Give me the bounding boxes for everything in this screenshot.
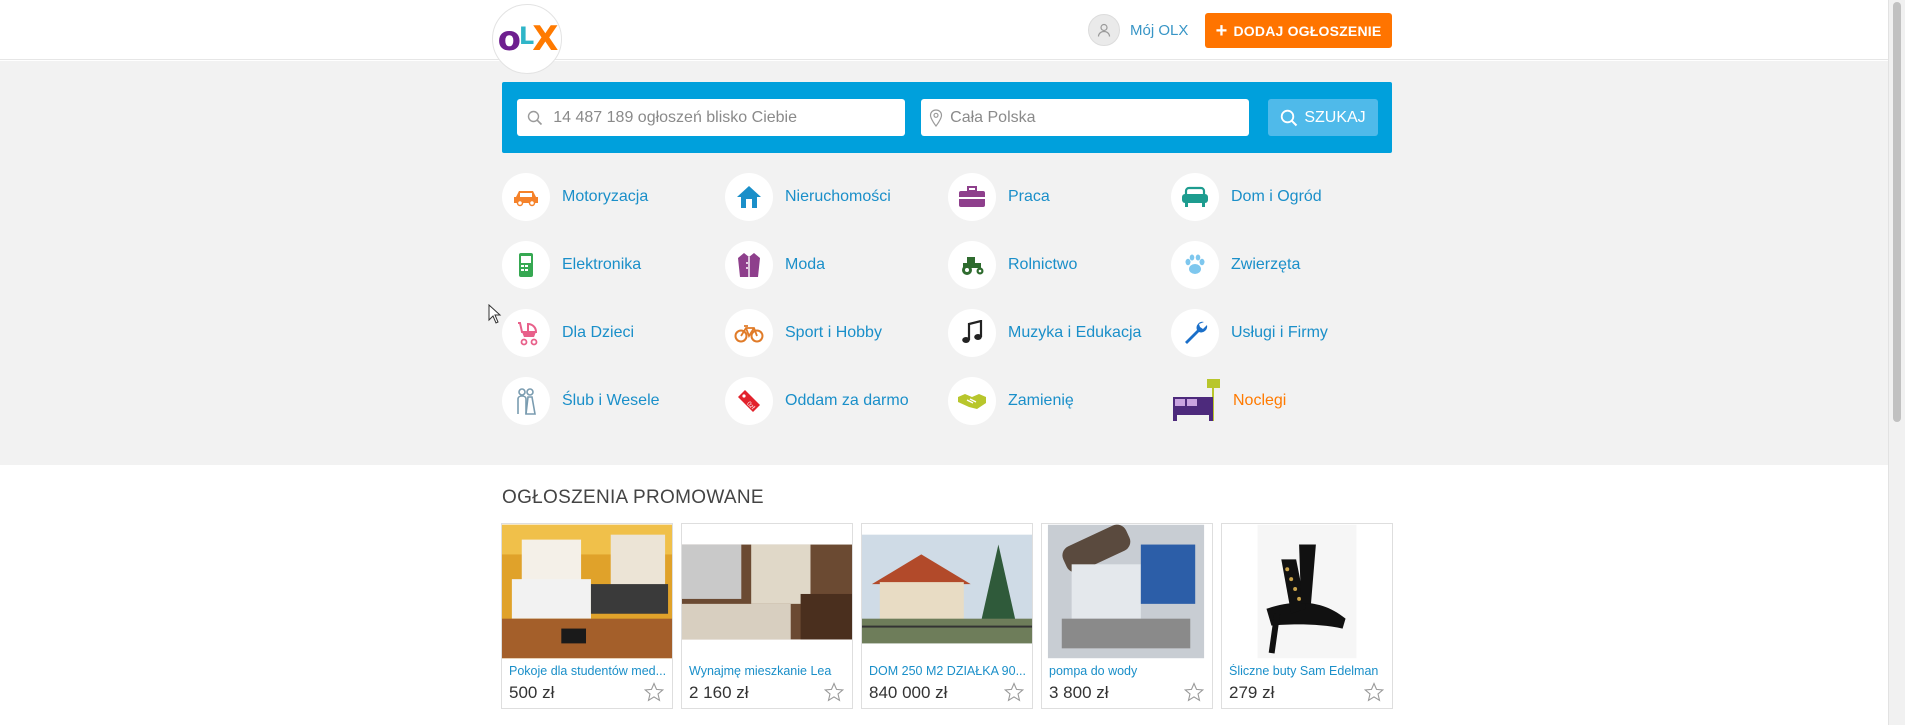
listing-title: Wynajmę mieszkanie Lea: [689, 664, 832, 678]
search-icon: [517, 110, 553, 126]
search-bar: SZUKAJ: [502, 82, 1392, 153]
price-tag-icon: 0zł: [725, 377, 773, 425]
category-noclegi[interactable]: Noclegi: [1171, 376, 1286, 426]
category-label: Ślub i Wesele: [562, 392, 660, 409]
category-muzyka-i-edukacja[interactable]: Muzyka i Edukacja: [948, 308, 1141, 358]
promoted-listing-card[interactable]: pompa do wody 3 800 zł: [1041, 523, 1213, 709]
add-listing-label: DODAJ OGŁOSZENIE: [1233, 22, 1382, 39]
house-icon: [725, 173, 773, 221]
category-rolnictwo[interactable]: Rolnictwo: [948, 240, 1077, 290]
listing-photo: [502, 524, 672, 659]
location-field[interactable]: [921, 99, 1249, 136]
bicycle-icon: [725, 309, 773, 357]
promoted-listing-card[interactable]: DOM 250 M2 DZIAŁKA 90... 840 000 zł: [861, 523, 1033, 709]
tractor-icon: [948, 241, 996, 289]
category-oddam-za-darmo[interactable]: 0zł Oddam za darmo: [725, 376, 909, 426]
add-listing-button[interactable]: + DODAJ OGŁOSZENIE: [1205, 13, 1392, 48]
location-pin-icon: [921, 108, 950, 127]
listing-price: 2 160 zł: [689, 683, 749, 702]
my-olx-label: Mój OLX: [1130, 21, 1189, 39]
category-uslugi-i-firmy[interactable]: Usługi i Firmy: [1171, 308, 1328, 358]
category-label: Oddam za darmo: [785, 392, 909, 409]
category-label: Dom i Ogród: [1231, 188, 1322, 205]
category-motoryzacja[interactable]: Motoryzacja: [502, 172, 648, 222]
favorite-star-icon[interactable]: [643, 682, 665, 707]
listing-photo: [862, 524, 1032, 659]
category-zamienie[interactable]: Zamienię: [948, 376, 1074, 426]
category-elektronika[interactable]: Elektronika: [502, 240, 641, 290]
promoted-listing-card[interactable]: Śliczne buty Sam Edelman 279 zł: [1221, 523, 1393, 709]
category-label: Moda: [785, 256, 826, 273]
promoted-section-title: OGŁOSZENIA PROMOWANE: [502, 487, 764, 508]
promoted-listing-card[interactable]: Wynajmę mieszkanie Lea 2 160 zł: [681, 523, 853, 709]
category-label: Motoryzacja: [562, 188, 649, 205]
category-nieruchomosci[interactable]: Nieruchomości: [725, 172, 891, 222]
listing-photo: [1222, 524, 1392, 659]
my-olx-link[interactable]: Mój OLX: [1088, 14, 1188, 46]
favorite-star-icon[interactable]: [1003, 682, 1025, 707]
promoted-listing-card[interactable]: Pokoje dla studentów med... 500 zł: [501, 523, 673, 709]
category-sport-i-hobby[interactable]: Sport i Hobby: [725, 308, 882, 358]
briefcase-icon: [948, 173, 996, 221]
category-slub-i-wesele[interactable]: Ślub i Wesele: [502, 376, 660, 426]
listing-price: 279 zł: [1229, 683, 1275, 702]
sofa-icon: [1171, 173, 1219, 221]
stroller-icon: [502, 309, 550, 357]
logo-wordmark: oLX: [497, 19, 559, 59]
favorite-star-icon[interactable]: [1183, 682, 1205, 707]
listing-title: Śliczne buty Sam Edelman: [1229, 664, 1379, 678]
search-query-field[interactable]: [517, 99, 905, 136]
phone-icon: [502, 241, 550, 289]
category-label: Praca: [1008, 188, 1050, 205]
listing-price: 840 000 zł: [869, 683, 948, 702]
listing-price: 3 800 zł: [1049, 683, 1109, 702]
favorite-star-icon[interactable]: [1363, 682, 1385, 707]
couple-icon: [502, 377, 550, 425]
music-note-icon: [948, 309, 996, 357]
plus-icon: +: [1215, 19, 1228, 42]
category-moda[interactable]: Moda: [725, 240, 825, 290]
wrench-icon: [1171, 309, 1219, 357]
category-label: Usługi i Firmy: [1231, 324, 1328, 341]
search-button-label: SZUKAJ: [1304, 108, 1366, 126]
listing-title: pompa do wody: [1049, 664, 1138, 678]
jacket-icon: [725, 241, 773, 289]
listing-price: 500 zł: [509, 683, 555, 702]
olx-logo[interactable]: oLX: [492, 4, 562, 74]
listing-title: Pokoje dla studentów med...: [509, 664, 667, 678]
category-label: Muzyka i Edukacja: [1008, 324, 1142, 341]
search-button-icon: [1281, 109, 1298, 126]
category-praca[interactable]: Praca: [948, 172, 1050, 222]
category-label: Dla Dzieci: [562, 324, 635, 341]
category-zwierzeta[interactable]: Zwierzęta: [1171, 240, 1300, 290]
bed-icon: [1171, 377, 1221, 425]
search-button[interactable]: SZUKAJ: [1268, 99, 1378, 136]
listing-photo: [682, 524, 852, 659]
user-avatar-icon: [1088, 14, 1120, 46]
search-input[interactable]: [553, 108, 905, 127]
paw-icon: [1171, 241, 1219, 289]
category-label: Noclegi: [1233, 392, 1287, 409]
category-dla-dzieci[interactable]: Dla Dzieci: [502, 308, 634, 358]
category-label: Sport i Hobby: [785, 324, 882, 341]
location-input[interactable]: [950, 108, 1249, 127]
car-icon: [502, 173, 550, 221]
listing-photo: [1042, 524, 1212, 659]
favorite-star-icon[interactable]: [823, 682, 845, 707]
handshake-icon: [948, 377, 996, 425]
listing-title: DOM 250 M2 DZIAŁKA 90...: [869, 664, 1027, 678]
category-label: Zamienię: [1008, 392, 1074, 409]
category-label: Zwierzęta: [1231, 256, 1301, 273]
category-dom-i-ogrod[interactable]: Dom i Ogród: [1171, 172, 1322, 222]
mouse-cursor-icon: [488, 303, 502, 329]
category-label: Elektronika: [562, 256, 642, 273]
category-label: Nieruchomości: [785, 188, 891, 205]
category-label: Rolnictwo: [1008, 256, 1078, 273]
page-scrollbar[interactable]: [1888, 0, 1905, 725]
top-header: oLX Mój OLX + DODAJ OGŁOSZENIE: [0, 0, 1905, 74]
scrollbar-thumb[interactable]: [1893, 2, 1901, 422]
